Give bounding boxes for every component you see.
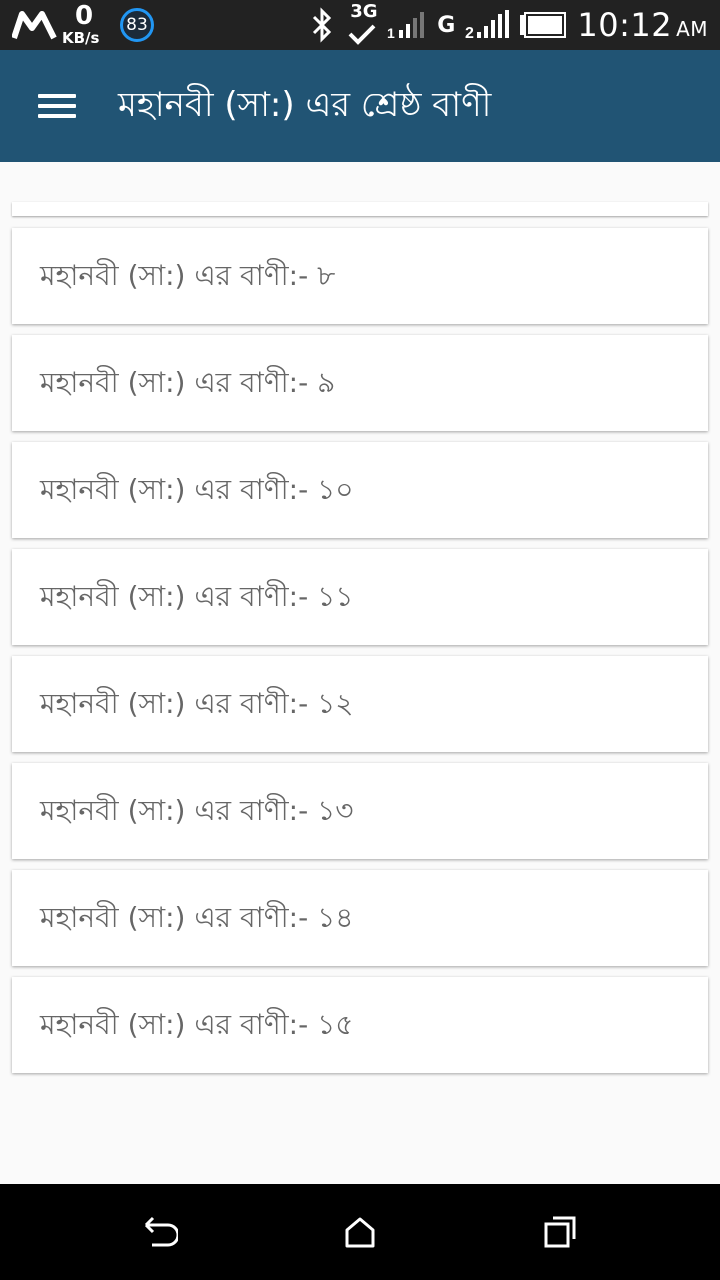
list-item[interactable]: মহানবী (সা:) এর বাণী:- ১০ (12, 442, 708, 538)
list-item-label: মহানবী (সা:) এর বাণী:- ১২ (40, 687, 354, 720)
list-item-partial[interactable] (12, 202, 708, 216)
list-item-label: মহানবী (সা:) এর বাণী:- ১৩ (40, 794, 354, 827)
notification-badge: 83 (120, 8, 154, 42)
status-right: 3G 1 G 2 10:12 AM (307, 0, 708, 50)
recent-apps-icon[interactable] (540, 1212, 580, 1252)
network-speed: 0 KB/s (62, 2, 110, 48)
clock-ampm: AM (676, 17, 708, 41)
network-speed-unit: KB/s (62, 29, 100, 47)
clock: 10:12 AM (577, 6, 708, 44)
navigation-bar (0, 1184, 720, 1280)
back-icon[interactable] (140, 1212, 180, 1252)
network-3g-indicator: 3G (347, 1, 378, 47)
list-item[interactable]: মহানবী (সা:) এর বাণী:- ১৩ (12, 763, 708, 859)
list-item[interactable]: মহানবী (সা:) এর বাণী:- ১২ (12, 656, 708, 752)
bluetooth-icon (313, 7, 332, 43)
network-speed-value: 0 (75, 1, 94, 31)
svg-text:1: 1 (387, 25, 395, 40)
list-item-label: মহানবী (সা:) এর বাণী:- ১৪ (40, 901, 354, 934)
signal-1-icon: 1 (387, 12, 425, 40)
list-item[interactable]: মহানবী (সা:) এর বাণী:- ৯ (12, 335, 708, 431)
list-item[interactable]: মহানবী (সা:) এর বাণী:- ১১ (12, 549, 708, 645)
app-bar: মহানবী (সা:) এর শ্রেষ্ঠ বাণী (0, 50, 720, 162)
list-item-label: মহানবী (সা:) এর বাণী:- ১০ (40, 473, 354, 506)
list-item[interactable]: মহানবী (সা:) এর বাণী:- ১৪ (12, 870, 708, 966)
list-item[interactable]: মহানবী (সা:) এর বাণী:- ১৫ (12, 977, 708, 1073)
clock-time: 10:12 (577, 6, 673, 44)
list-item[interactable]: মহানবী (সা:) এর বাণী:- ৮ (12, 228, 708, 324)
signal-2-icon: 2 (465, 10, 510, 40)
list-item-label: মহানবী (সা:) এর বাণী:- ১৫ (40, 1008, 354, 1041)
m-app-icon (12, 11, 57, 40)
status-bar: 0 KB/s 83 3G 1 G 2 10:12 AM (0, 0, 720, 50)
page-title: মহানবী (সা:) এর শ্রেষ্ঠ বাণী (118, 85, 492, 125)
svg-text:2: 2 (465, 25, 474, 40)
status-left: 0 KB/s 83 (12, 0, 154, 50)
list-item-label: মহানবী (সা:) এর বাণী:- ৮ (40, 259, 336, 292)
hamburger-menu-icon[interactable] (26, 86, 86, 126)
network-3g-label: 3G (350, 1, 378, 22)
list-item-label: মহানবী (সা:) এর বাণী:- ৯ (40, 366, 336, 399)
battery-icon (520, 12, 567, 38)
check-icon (348, 24, 376, 45)
list-item-label: মহানবী (সা:) এর বাণী:- ১১ (40, 580, 354, 613)
network-g-label: G (437, 12, 456, 38)
home-icon[interactable] (340, 1212, 380, 1252)
